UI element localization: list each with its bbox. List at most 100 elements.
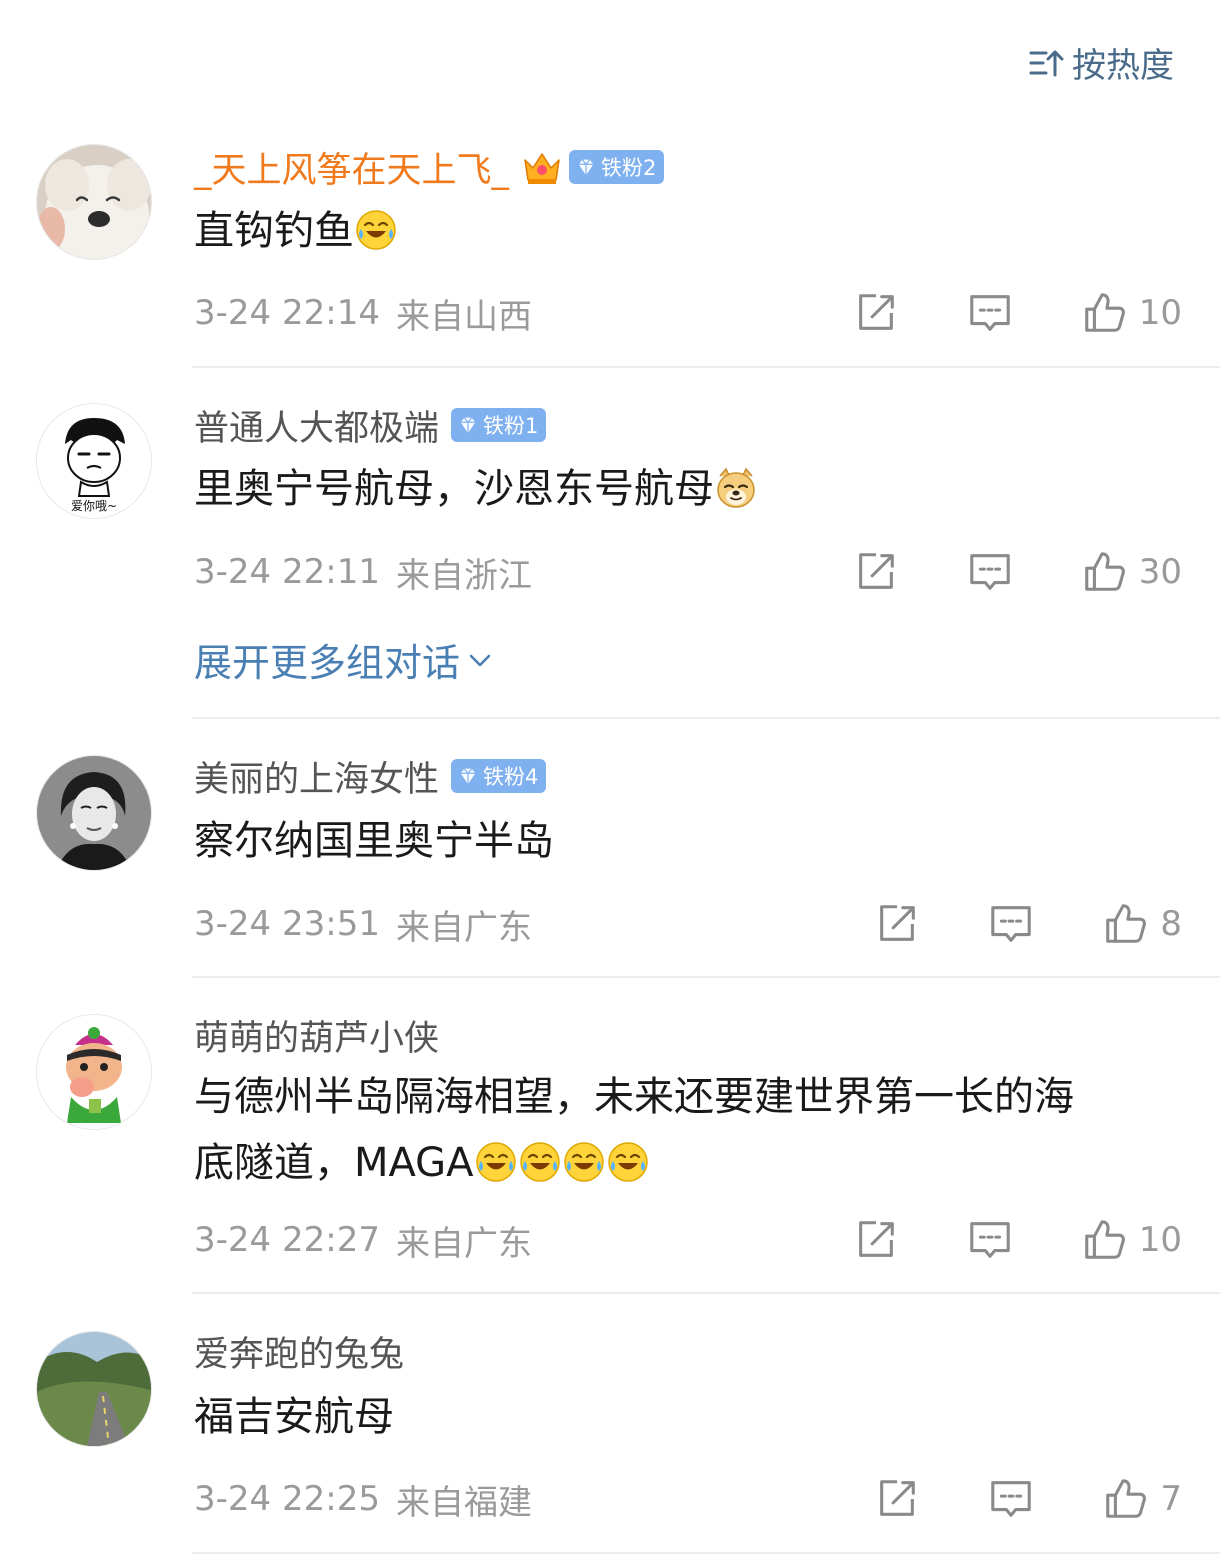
comment-text-content: 察尔纳国里奥宁半岛 [194,818,554,864]
thumbs-up-icon [1102,1476,1148,1522]
avatar[interactable]: 爱你哦~ [36,403,152,519]
comment-actions: 7 [874,1474,1182,1524]
reply-button[interactable] [988,1476,1034,1522]
comment-actions: 10 [853,1215,1182,1265]
username-row: _天上风筝在天上飞_ 铁粉2 [194,142,665,193]
expand-more-replies-link[interactable]: 展开更多组对话 [194,632,494,687]
comment-text-content: 福吉安航母 [194,1394,394,1440]
divider [192,717,1220,719]
laugh-cry-emoji-icon [606,1140,650,1184]
like-button[interactable]: 30 [1081,549,1182,595]
like-count: 7 [1160,1479,1182,1519]
username-row: 爱奔跑的兔兔 [194,1326,404,1376]
comment-time: 3-24 22:14 [194,293,380,333]
diamond-icon [575,156,597,178]
divider [192,976,1220,978]
avatar-caption: 爱你哦~ [71,499,117,513]
comment-meta: 3-24 22:14 来自山西 [194,288,532,338]
like-button[interactable]: 10 [1081,1217,1182,1263]
comment-icon [988,901,1034,947]
comment-meta: 3-24 22:11 来自浙江 [194,547,532,597]
doge-emoji-icon [714,466,758,510]
avatar[interactable] [36,755,152,871]
comment-actions: 8 [874,899,1182,949]
share-icon [853,290,899,336]
sort-by-popularity-button[interactable]: 按热度 [1028,38,1174,87]
comment-location: 来自浙江 [395,555,532,596]
vip-crown-icon [524,153,560,184]
comment-location: 来自广东 [395,907,532,948]
laugh-cry-emoji-icon [474,1140,518,1184]
comment-time: 3-24 22:25 [194,1479,380,1519]
thumbs-up-icon [1081,549,1127,595]
share-button[interactable] [853,290,899,336]
thumbs-up-icon [1081,290,1127,336]
comment-time: 3-24 23:51 [194,904,380,944]
share-button[interactable] [853,1217,899,1263]
fan-badge: 铁粉1 [451,408,547,442]
share-button[interactable] [874,901,920,947]
comment-location: 来自广东 [395,1223,532,1264]
comment-icon [967,1217,1013,1263]
cartoon-avatar-image: 爱你哦~ [37,404,151,518]
thumbs-up-icon [1102,901,1148,947]
fan-badge: 铁粉4 [451,759,547,793]
like-count: 10 [1138,293,1182,333]
comment-icon [967,290,1013,336]
comment-icon [988,1476,1034,1522]
road-landscape-avatar-image [37,1332,151,1446]
fan-badge-label: 铁粉4 [483,765,539,789]
reply-button[interactable] [967,1217,1013,1263]
comment-meta: 3-24 22:27 来自广东 [194,1215,532,1265]
divider [192,1292,1220,1294]
share-icon [853,1217,899,1263]
avatar[interactable] [36,1014,152,1130]
divider [192,1552,1220,1554]
comment-location: 来自山西 [395,296,532,337]
share-button[interactable] [874,1476,920,1522]
username[interactable]: 普通人大都极端 [194,400,439,451]
fan-badge-label: 铁粉1 [483,414,539,438]
fan-badge-label: 铁粉2 [601,156,657,180]
fan-badge: 铁粉2 [569,150,665,184]
laugh-cry-emoji-icon [354,208,398,252]
comment-icon [967,549,1013,595]
thumbs-up-icon [1081,1217,1127,1263]
share-button[interactable] [853,549,899,595]
dog-avatar-image [37,145,151,259]
username[interactable]: 美丽的上海女性 [194,751,439,802]
like-count: 30 [1138,552,1182,592]
comment-text-content: 里奥宁号航母，沙恩东号航母 [194,466,714,512]
username[interactable]: 爱奔跑的兔兔 [194,1326,404,1377]
laugh-cry-emoji-icon [562,1140,606,1184]
avatar[interactable] [36,144,152,260]
like-button[interactable]: 10 [1081,290,1182,336]
chevron-down-icon [469,654,491,666]
reply-button[interactable] [967,549,1013,595]
comment-actions: 30 [853,547,1182,597]
username[interactable]: 萌萌的葫芦小侠 [194,1010,439,1061]
diamond-icon [457,765,479,787]
username[interactable]: _天上风筝在天上飞_ [194,142,509,193]
expand-label: 展开更多组对话 [194,641,461,685]
portrait-avatar-image [37,756,151,870]
comment-text: 察尔纳国里奥宁半岛 [194,808,1184,874]
like-count: 10 [1138,1220,1182,1260]
like-count: 8 [1160,904,1182,944]
laugh-cry-emoji-icon [518,1140,562,1184]
like-button[interactable]: 8 [1102,901,1182,947]
comment-text-line: 与德州半岛隔海相望，未来还要建世界第一长的海 [194,1074,1074,1120]
divider [192,366,1220,368]
reply-button[interactable] [988,901,1034,947]
share-icon [853,549,899,595]
avatar[interactable] [36,1331,152,1447]
share-icon [874,901,920,947]
like-button[interactable]: 7 [1102,1476,1182,1522]
diamond-icon [457,414,479,436]
username-row: 美丽的上海女性 铁粉4 [194,751,547,802]
comment-text: 直钩钓鱼 [194,198,1184,264]
comment-text: 里奥宁号航母，沙恩东号航母 [194,456,1184,522]
calabash-brother-avatar-image [37,1015,151,1129]
comment-time: 3-24 22:27 [194,1220,380,1260]
reply-button[interactable] [967,290,1013,336]
